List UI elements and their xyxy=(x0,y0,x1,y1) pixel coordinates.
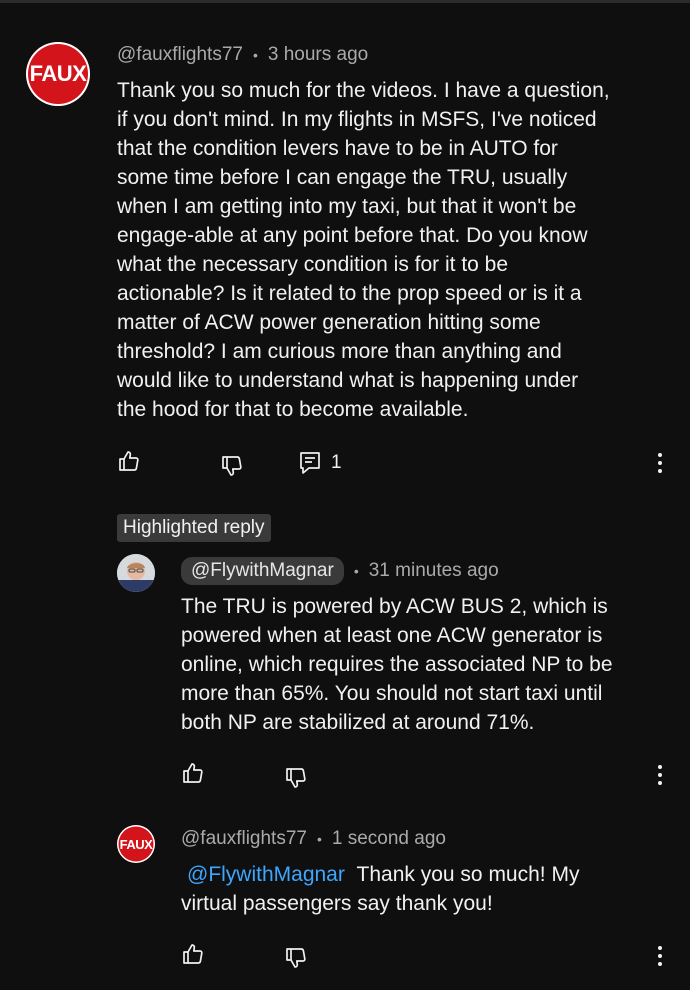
thumbs-up-icon[interactable] xyxy=(181,942,205,966)
avatar-logo-text: FAUX xyxy=(119,836,153,852)
reply-text: @FlywithMagnar Thank you so much! My vir… xyxy=(181,860,676,918)
reply-timestamp[interactable]: 31 minutes ago xyxy=(369,560,499,582)
more-vert-icon[interactable] xyxy=(652,451,668,475)
comment-author[interactable]: @fauxflights77 xyxy=(117,44,243,66)
reply-timestamp[interactable]: 1 second ago xyxy=(332,828,446,850)
thumbs-down-icon[interactable] xyxy=(284,946,308,970)
reply-text: The TRU is powered by ACW BUS 2, which i… xyxy=(181,595,613,734)
avatar[interactable] xyxy=(117,554,155,592)
more-vert-icon[interactable] xyxy=(652,763,668,787)
reply-meta: @fauxflights77 • 1 second ago xyxy=(181,828,446,850)
separator-dot: • xyxy=(316,831,322,847)
highlighted-reply-badge: Highlighted reply xyxy=(117,514,271,542)
reply-text-line1: Thank you so much! My xyxy=(356,863,580,886)
thumbs-down-icon[interactable] xyxy=(284,766,308,790)
avatar-logo-text: FAUX xyxy=(29,61,87,86)
more-vert-icon[interactable] xyxy=(652,944,668,968)
comment-text: Thank you so much for the videos. I have… xyxy=(117,79,610,421)
comment-meta: @fauxflights77 • 3 hours ago xyxy=(117,44,368,66)
profile-photo xyxy=(117,554,155,592)
reply-meta: @FlywithMagnar • 31 minutes ago xyxy=(181,557,499,585)
separator-dot: • xyxy=(252,47,258,63)
reply-text-line2: virtual passengers say thank you! xyxy=(181,892,493,915)
thumbs-down-icon[interactable] xyxy=(220,454,244,478)
thumbs-up-icon[interactable] xyxy=(117,449,141,473)
reply-count[interactable]: 1 xyxy=(331,452,342,474)
reply-author[interactable]: @fauxflights77 xyxy=(181,828,307,850)
top-divider xyxy=(0,0,690,3)
avatar[interactable]: FAUX xyxy=(117,825,155,863)
mention-link[interactable]: @FlywithMagnar xyxy=(187,863,345,886)
comment-timestamp[interactable]: 3 hours ago xyxy=(268,44,368,66)
reply-icon[interactable] xyxy=(299,451,321,475)
thumbs-up-icon[interactable] xyxy=(181,761,205,785)
avatar[interactable]: FAUX xyxy=(26,42,90,106)
separator-dot: • xyxy=(353,563,359,579)
reply-author-chip[interactable]: @FlywithMagnar xyxy=(181,557,344,585)
